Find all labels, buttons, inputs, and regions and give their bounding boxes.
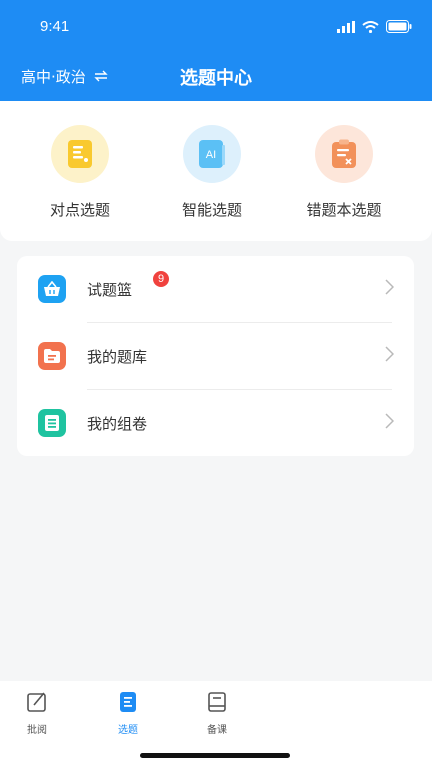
chevron-right-icon	[385, 413, 395, 433]
chevron-right-icon	[385, 279, 395, 299]
clipboard-wrong-icon	[315, 125, 373, 183]
basket-icon	[38, 275, 66, 303]
folder-icon	[38, 342, 66, 370]
book-icon	[206, 692, 228, 717]
list-document-icon	[38, 409, 66, 437]
signal-icon	[337, 18, 355, 37]
list-item-label: 试题篮	[87, 280, 133, 299]
home-indicator[interactable]	[140, 753, 290, 758]
tab-prepare-lessons[interactable]: 备课	[192, 691, 242, 736]
list-item-label: 我的组卷	[87, 414, 148, 433]
tab-label: 备课	[207, 725, 227, 736]
list-item-question-basket[interactable]: 试题篮	[17, 256, 414, 322]
basket-count-badge: 9	[153, 271, 169, 287]
status-icons	[337, 18, 412, 37]
tab-review[interactable]: 批阅	[12, 691, 62, 736]
svg-text:AI: AI	[206, 149, 216, 161]
header: 9:41 高中·政治 选题中心	[0, 0, 432, 101]
feature-targeted-select[interactable]: 对点选题	[15, 125, 145, 220]
feature-wrongbook-select[interactable]: 错题本选题	[279, 125, 409, 220]
menu-list: 试题篮 9 我的题库 我的组卷	[17, 256, 414, 456]
feature-label: 对点选题	[49, 201, 110, 219]
chevron-right-icon	[385, 346, 395, 366]
feature-smart-select[interactable]: AI 智能选题	[147, 125, 277, 220]
list-item-my-question-bank[interactable]: 我的题库	[17, 323, 414, 389]
document-yellow-icon	[51, 125, 109, 183]
document-active-icon	[117, 692, 139, 717]
tab-label: 选题	[118, 725, 138, 736]
feature-card: 对点选题 AI 智能选题 错题本选题	[0, 101, 432, 241]
page-title: 选题中心	[180, 68, 252, 89]
wifi-icon	[362, 18, 379, 37]
list-item-my-papers[interactable]: 我的组卷	[17, 390, 414, 456]
feature-label: 智能选题	[181, 201, 242, 219]
edit-icon	[26, 692, 48, 717]
list-item-label: 我的题库	[87, 347, 148, 366]
battery-icon	[386, 18, 412, 37]
feature-label: 错题本选题	[306, 201, 382, 219]
tab-select-questions[interactable]: 选题	[103, 691, 153, 736]
status-time: 9:41	[40, 18, 70, 35]
tab-label: 批阅	[27, 725, 47, 736]
ai-document-icon: AI	[183, 125, 241, 183]
